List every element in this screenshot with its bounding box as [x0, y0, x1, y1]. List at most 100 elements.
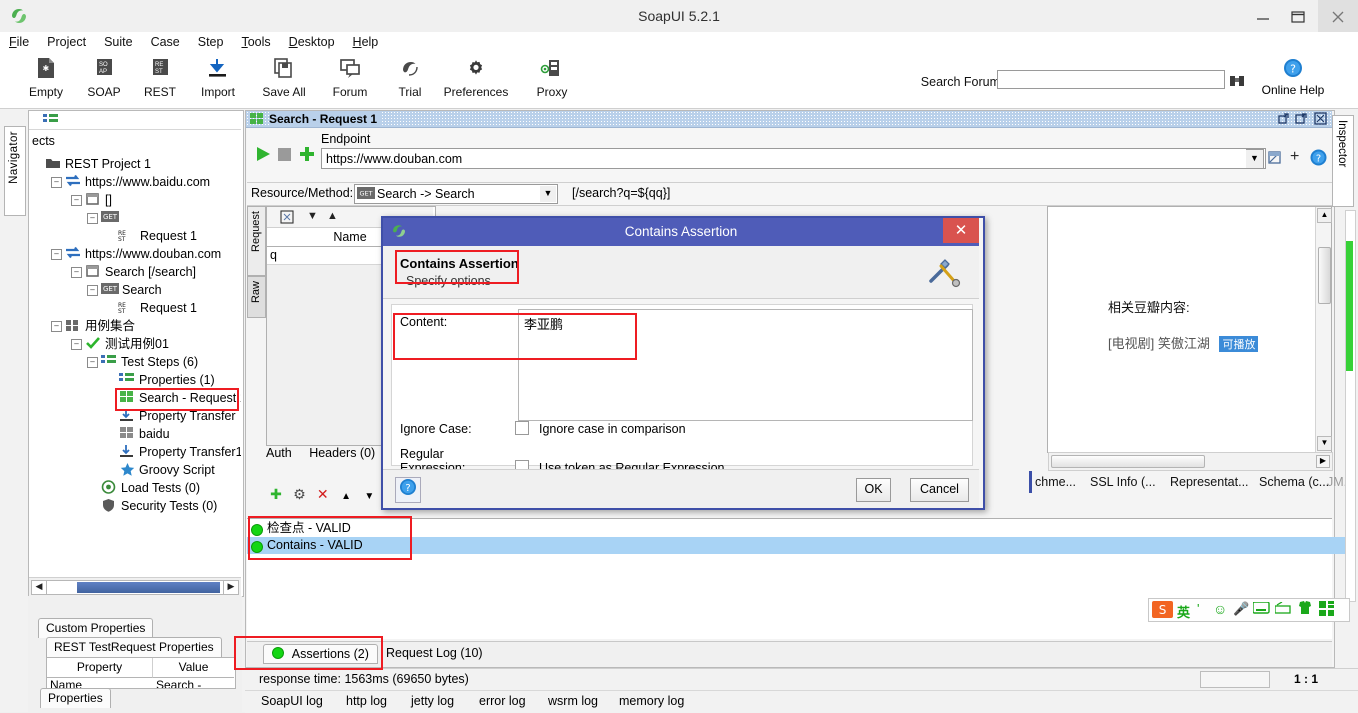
arrow-right-icon[interactable]: ▶ — [1316, 455, 1330, 468]
tab-rest-testrequest-properties[interactable]: REST TestRequest Properties — [46, 637, 222, 657]
tree-expander-testcase[interactable]: – — [71, 339, 82, 350]
tree-expander-douban[interactable]: – — [51, 249, 62, 260]
toolbar-forum-button[interactable]: Forum — [316, 56, 384, 106]
tab-soapui-log[interactable]: SoapUI log — [261, 694, 323, 708]
tab-memory-log[interactable]: memory log — [619, 694, 684, 708]
response-vscroll-thumb[interactable] — [1318, 247, 1331, 304]
tree-expander-baidu-resource[interactable]: – — [71, 195, 82, 206]
chevron-down-icon[interactable]: ▼ — [540, 186, 556, 202]
toolbox-icon[interactable] — [1319, 601, 1335, 619]
toolbar-trial-button[interactable]: Trial — [376, 56, 444, 106]
list-icon[interactable] — [43, 113, 59, 129]
tab-wsrm-log[interactable]: wsrm log — [548, 694, 598, 708]
move-up-icon[interactable]: ▲ — [327, 210, 338, 222]
navigator-vertical-tab[interactable]: Navigator — [4, 126, 26, 216]
delete-red-x-icon[interactable]: ✕ — [313, 486, 333, 503]
properties-table[interactable]: Property Value Name Search - Requ... — [46, 657, 236, 689]
hscroll-track[interactable] — [46, 580, 224, 595]
endpoint-config-icon[interactable] — [1268, 150, 1284, 168]
cancel-button[interactable]: Cancel — [910, 478, 969, 502]
content-textarea[interactable]: 李亚鹏 — [518, 309, 973, 421]
arrow-down-icon[interactable]: ▼ — [1317, 436, 1332, 451]
move-down-icon[interactable]: ▼ — [307, 210, 318, 222]
emoji-icon[interactable]: ☺ — [1213, 601, 1227, 617]
response-hscrollbar[interactable]: ▶ — [1048, 452, 1333, 471]
request-vertical-tab[interactable]: Request — [247, 206, 266, 276]
tab-scheme[interactable]: chme... — [1035, 475, 1076, 489]
tab-representations[interactable]: Representat... — [1170, 475, 1249, 489]
move-down-icon[interactable]: ▼ — [359, 491, 379, 502]
tab-custom-properties[interactable]: Custom Properties — [38, 618, 154, 638]
tab-request-log[interactable]: Request Log (10) — [378, 644, 491, 662]
run-play-icon[interactable] — [255, 146, 272, 166]
inspector-vertical-tab[interactable]: Inspector — [1332, 115, 1354, 207]
menu-step[interactable]: Step — [189, 32, 233, 52]
restore-icon[interactable] — [1278, 112, 1292, 126]
close-icon[interactable]: ✕ — [943, 218, 979, 243]
assertion-row-checkpoint[interactable]: 检查点 - VALID — [247, 520, 1352, 537]
tab-jetty-log[interactable]: jetty log — [411, 694, 454, 708]
close-icon[interactable] — [1318, 0, 1358, 32]
tab-assertions[interactable]: Assertions (2) — [263, 644, 378, 664]
response-hscroll-thumb[interactable] — [1051, 455, 1205, 468]
toolbar-preferences-button[interactable]: Preferences — [442, 56, 510, 106]
help-circle-icon[interactable]: ? — [1310, 149, 1327, 169]
maximize-icon[interactable] — [1278, 0, 1318, 32]
handwriting-icon[interactable] — [1274, 601, 1291, 617]
expand-icon[interactable] — [280, 210, 294, 227]
raw-vertical-tab[interactable]: Raw — [247, 276, 266, 318]
menu-case[interactable]: Case — [142, 32, 189, 52]
tab-ssl-info[interactable]: SSL Info (... — [1090, 475, 1156, 489]
menu-desktop[interactable]: Desktop — [280, 32, 344, 52]
gear-icon[interactable]: ⚙ — [289, 486, 309, 503]
navigator-hscrollbar[interactable]: ◀ ▶ — [29, 577, 241, 596]
toolbar-online-help-button[interactable]: ? Online Help — [1238, 58, 1348, 97]
ime-toolbar[interactable]: S 英 ' ☺ 🎤 — [1148, 598, 1350, 622]
sogou-logo-icon[interactable]: S — [1152, 600, 1174, 622]
search-forum-input[interactable] — [997, 70, 1225, 89]
endpoint-input[interactable] — [321, 148, 1266, 169]
menu-project[interactable]: Project — [38, 32, 95, 52]
response-vscrollbar[interactable]: ▲ ▼ — [1315, 207, 1332, 452]
microphone-icon[interactable]: 🎤 — [1233, 601, 1249, 617]
tree-expander-douban-resource[interactable]: – — [71, 267, 82, 278]
tree-expander-teststeps[interactable]: – — [87, 357, 98, 368]
arrow-left-icon[interactable]: ◀ — [31, 580, 47, 595]
plus-icon[interactable]: + — [1290, 149, 1299, 165]
navigator-tree[interactable]: ects REST Project 1 – https://www.baidu.… — [29, 130, 241, 575]
help-circle-icon[interactable]: ? — [395, 477, 421, 503]
skin-icon[interactable] — [1297, 600, 1313, 619]
tab-http-log[interactable]: http log — [346, 694, 387, 708]
tree-expander-testsuite[interactable]: – — [51, 321, 62, 332]
tab-error-log[interactable]: error log — [479, 694, 526, 708]
toolbar-import-button[interactable]: Import — [184, 56, 252, 106]
menu-file[interactable]: File — [0, 32, 38, 52]
tab-schema[interactable]: Schema (c... — [1259, 475, 1329, 489]
keyboard-icon[interactable] — [1252, 601, 1270, 617]
tree-expander-baidu[interactable]: – — [51, 177, 62, 188]
tab-auth[interactable]: Auth — [266, 446, 292, 460]
stop-icon[interactable] — [277, 147, 292, 165]
punctuation-icon[interactable]: ' — [1197, 601, 1199, 616]
resource-method-combo[interactable]: GET Search -> Search ▼ — [354, 184, 558, 204]
toolbar-save-all-button[interactable]: Save All — [250, 56, 318, 106]
plus-green-icon[interactable] — [299, 146, 315, 165]
tab-headers[interactable]: Headers (0) — [309, 446, 375, 460]
ignore-case-checkbox[interactable] — [515, 421, 530, 435]
arrow-up-icon[interactable]: ▲ — [1317, 208, 1332, 223]
arrow-right-icon[interactable]: ▶ — [223, 580, 239, 595]
menu-tools[interactable]: Tools — [232, 32, 279, 52]
chevron-down-icon[interactable]: ▼ — [1246, 149, 1264, 169]
tree-expander-douban-method[interactable]: – — [87, 285, 98, 296]
maximize-panel-icon[interactable] — [1295, 112, 1309, 126]
assertion-row-contains[interactable]: Contains - VALID — [247, 537, 1352, 554]
hscroll-thumb[interactable] — [77, 582, 220, 593]
minimize-icon[interactable] — [1243, 0, 1283, 32]
menu-suite[interactable]: Suite — [95, 32, 142, 52]
menu-help[interactable]: Help — [344, 32, 388, 52]
move-up-icon[interactable]: ▲ — [336, 491, 356, 502]
ok-button[interactable]: OK — [856, 478, 891, 502]
toolbar-proxy-button[interactable]: Proxy — [518, 56, 586, 106]
tab-properties[interactable]: Properties — [40, 688, 111, 708]
plus-green-icon[interactable]: ✚ — [266, 486, 286, 503]
